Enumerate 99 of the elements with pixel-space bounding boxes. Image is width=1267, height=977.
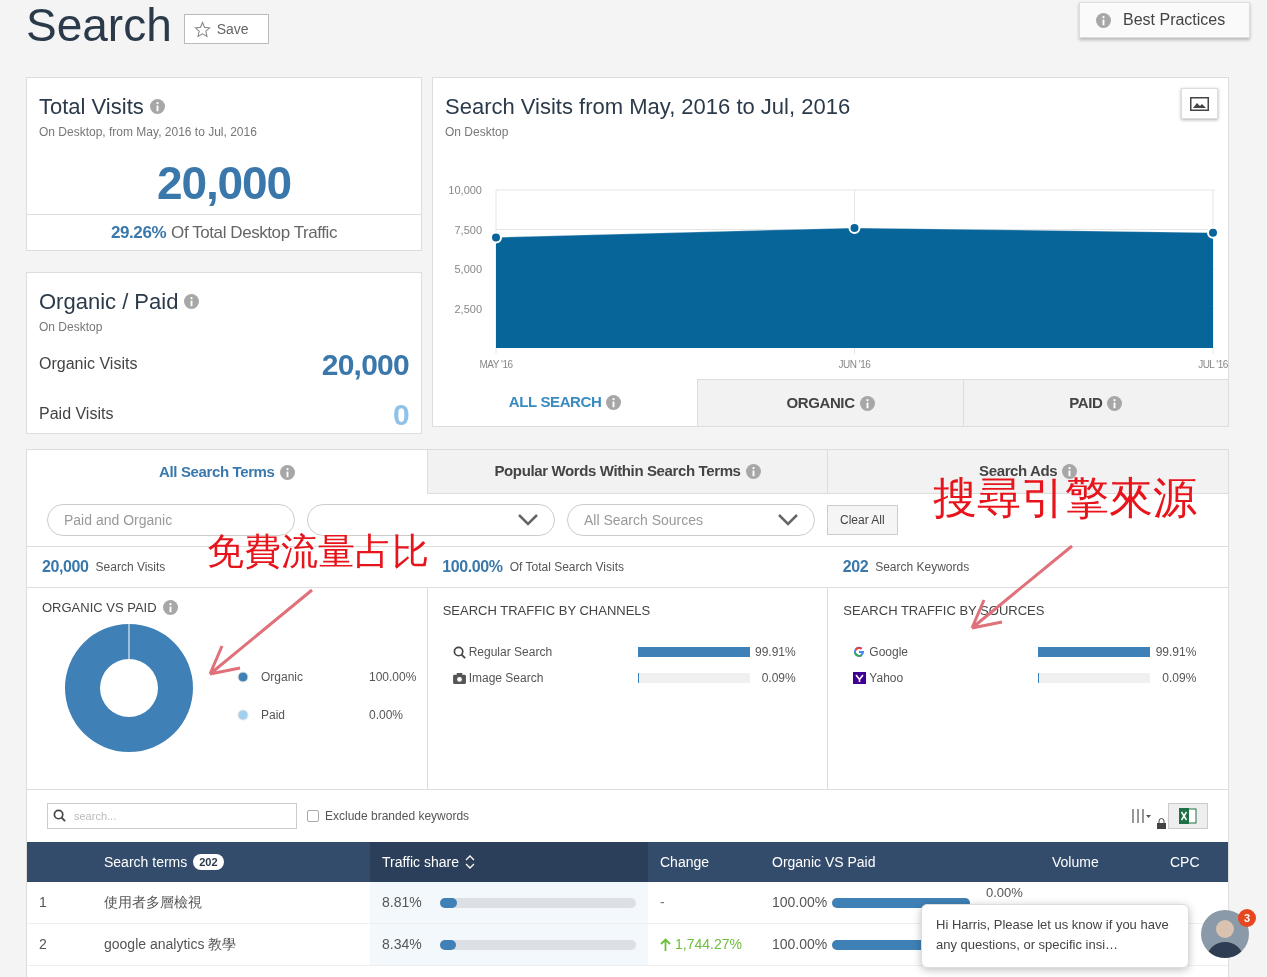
change-value: - <box>660 893 665 912</box>
save-button[interactable]: Save <box>183 14 269 44</box>
column-header[interactable]: Search terms 202 <box>104 842 370 882</box>
source-label: Yahoo <box>869 670 905 687</box>
image-export-button[interactable] <box>1181 88 1218 119</box>
sort-icon <box>465 855 476 869</box>
traffic-share: 8.34% <box>382 935 423 954</box>
summary-label: Of Total Search Visits <box>509 559 624 576</box>
info-icon <box>184 294 200 309</box>
axis-label: JUN '16 <box>838 359 871 370</box>
info-icon <box>745 464 761 479</box>
percent-value: 0.09% <box>760 670 796 687</box>
paid-share: 0.00% <box>986 886 1023 899</box>
summary-label: Search Keywords <box>875 559 970 576</box>
card-subtitle: On Desktop, from May, 2016 to Jul, 2016 <box>38 124 258 141</box>
legend-label: Organic <box>261 668 305 686</box>
summary-value: 20,000 <box>42 557 89 577</box>
column-header[interactable]: Volume <box>1040 842 1158 882</box>
legend-label: Paid <box>261 706 287 724</box>
percent-value: 0.09% <box>1161 670 1197 687</box>
summary-value: 100.00% <box>442 557 503 577</box>
percent-value: 99.91% <box>753 644 796 661</box>
spreadsheet-icon <box>1179 808 1197 824</box>
axis-label: 5,000 <box>454 263 482 275</box>
traffic-share-value: 29.26% <box>111 221 167 244</box>
change-value: 1,744.27% <box>675 935 742 954</box>
excel-export-button[interactable] <box>1168 803 1208 829</box>
camera-icon <box>452 672 466 684</box>
traffic-share: 8.81% <box>382 893 423 912</box>
lock-icon <box>1157 817 1166 829</box>
column-header[interactable]: CPC <box>1158 842 1228 882</box>
search-icon <box>53 809 66 822</box>
page-title: Search <box>26 0 172 50</box>
summary-value: 202 <box>842 557 869 577</box>
organic-share: 100.00% <box>772 893 829 912</box>
clear-all-button[interactable]: Clear All <box>827 505 898 535</box>
legend-value: 0.00% <box>369 706 404 724</box>
source-label: Image Search <box>468 670 545 687</box>
section-heading: ORGANIC VS PAID <box>42 599 157 617</box>
column-header[interactable]: Traffic share <box>370 842 648 882</box>
axis-label: MAY '16 <box>479 359 513 370</box>
card-title: Search Visits from May, 2016 to Jul, 2016 <box>445 93 851 121</box>
summary-label: Search Visits <box>95 559 166 576</box>
organic-share: 100.00% <box>772 935 829 954</box>
axis-label: 2,500 <box>454 302 482 315</box>
search-term: google analytics 教學 <box>104 935 238 954</box>
section-tab[interactable]: Popular Words Within Search Terms <box>426 450 828 494</box>
best-practices-button[interactable]: Best Practices <box>1079 2 1250 38</box>
chart-tab[interactable]: PAID <box>962 379 1228 426</box>
axis-label: JUL '16 <box>1198 359 1228 370</box>
section-heading: SEARCH TRAFFIC BY CHANNELS <box>441 603 652 618</box>
info-icon <box>1096 12 1111 28</box>
info-icon <box>859 395 875 411</box>
info-icon <box>1107 395 1123 411</box>
visits-label: Paid Visits <box>39 404 114 424</box>
visits-label: Organic Visits <box>39 354 138 374</box>
column-header[interactable]: Organic VS Paid <box>760 842 1040 882</box>
image-icon <box>1190 96 1209 111</box>
traffic-share-label: Of Total Desktop Traffic <box>171 221 337 244</box>
info-icon <box>606 395 622 410</box>
data-point <box>848 221 861 234</box>
notification-badge: 3 <box>1238 909 1256 927</box>
legend-value: 100.00% <box>369 668 417 686</box>
chevron-down-icon <box>778 514 798 526</box>
column-header[interactable]: Change <box>648 842 760 882</box>
visits-value: 0 <box>393 396 409 433</box>
search-icon <box>452 645 466 659</box>
axis-label: 7,500 <box>454 223 482 236</box>
row-number: 1 <box>38 893 48 912</box>
checkbox[interactable] <box>307 810 319 822</box>
checkbox-label: Exclude branded keywords <box>325 808 470 825</box>
card-title: Organic / Paid <box>39 288 179 316</box>
chevron-down-icon <box>518 514 538 526</box>
card-subtitle: On Desktop <box>445 124 509 141</box>
card-title: Total Visits <box>39 93 144 121</box>
info-icon <box>162 600 178 616</box>
google-icon <box>853 646 866 658</box>
info-icon <box>149 99 165 114</box>
percent-value: 99.91% <box>1154 644 1197 661</box>
card-subtitle: On Desktop <box>39 319 104 336</box>
search-field[interactable]: search... <box>47 803 297 829</box>
data-point <box>490 231 502 244</box>
info-icon <box>279 464 295 480</box>
search-term: 使用者多層檢視 <box>104 893 203 912</box>
total-visits-value: 20,000 <box>156 157 292 209</box>
columns-icon[interactable] <box>1131 808 1153 824</box>
source-label: Regular Search <box>468 644 554 661</box>
source-label: Google <box>869 644 910 661</box>
data-point <box>1207 226 1219 239</box>
chart-tab[interactable]: ORGANIC <box>697 379 963 426</box>
visits-value: 20,000 <box>321 346 409 383</box>
axis-label: 10,000 <box>448 184 482 196</box>
arrow-up-icon <box>660 938 671 951</box>
info-icon <box>1062 464 1078 479</box>
yahoo-icon <box>853 672 867 684</box>
row-number: 2 <box>38 935 48 954</box>
count-badge: 202 <box>193 854 224 870</box>
star-icon <box>193 20 211 38</box>
chat-toast[interactable]: Hi Harris, Please let us know if you have any questions, or specific insi… <box>921 904 1189 968</box>
